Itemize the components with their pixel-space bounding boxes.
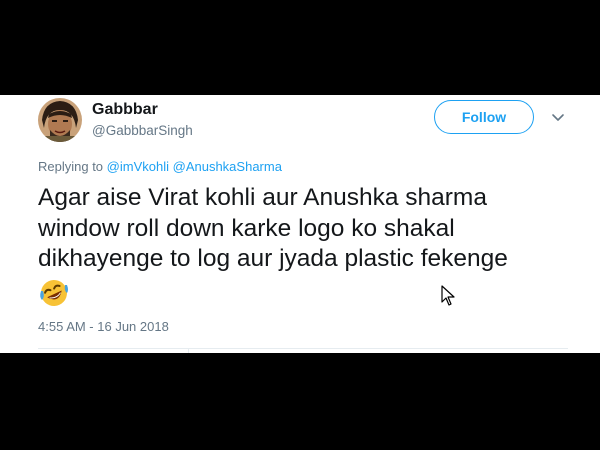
mention-link-anushkasharma[interactable]: @AnushkaSharma <box>173 159 282 174</box>
replying-prefix: Replying to <box>38 159 104 174</box>
rolling-laughing-emoji-icon <box>40 280 68 306</box>
tweet-card: Gabbbar @GabbbarSingh Follow Replying to… <box>0 95 600 353</box>
chevron-down-icon[interactable] <box>550 109 566 125</box>
tweet-text-line: Agar aise Virat kohli aur Anushka sharma <box>38 184 487 211</box>
avatar[interactable] <box>38 98 82 142</box>
display-name[interactable]: Gabbbar <box>92 101 158 119</box>
tweet-text-line: window roll down karke logo ko shakal <box>38 214 455 242</box>
user-handle[interactable]: @GabbbarSingh <box>92 123 193 138</box>
divider-tick <box>188 348 189 353</box>
follow-button[interactable]: Follow <box>434 100 534 134</box>
divider <box>38 348 568 349</box>
tweet-text-line: dikhayenge to log aur jyada plastic feke… <box>38 245 508 272</box>
mention-link-imvkohli[interactable]: @imVkohli <box>107 159 169 174</box>
timestamp[interactable]: 4:55 AM - 16 Jun 2018 <box>38 319 169 334</box>
replying-to: Replying to @imVkohli @AnushkaSharma <box>38 159 282 174</box>
mouse-cursor-icon <box>441 285 455 306</box>
tweet-text: Agar aise Virat kohli aur Anushka sharma… <box>38 183 578 275</box>
